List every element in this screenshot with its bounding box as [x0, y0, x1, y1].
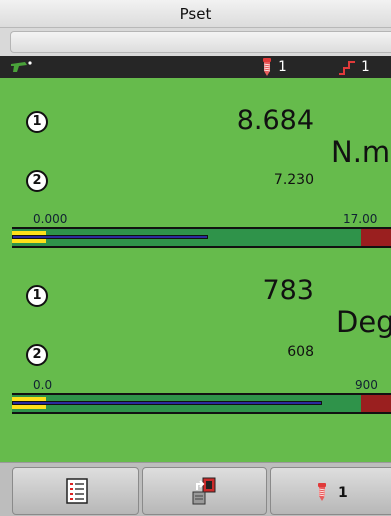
angle-value-fill: [12, 401, 322, 405]
torque-value-fill: [12, 235, 208, 239]
torque-scale-min: 0.000: [33, 212, 68, 226]
torque-value: 8.684: [236, 105, 314, 136]
window-title: Pset: [0, 0, 391, 28]
angle-high-zone: [361, 395, 391, 412]
screw-count: 1: [278, 59, 287, 75]
angle-index-2: 2: [26, 344, 48, 366]
pset-selector-bar[interactable]: [10, 31, 391, 53]
torque-limit-bar: [12, 227, 391, 248]
angle-value: 783: [262, 275, 314, 306]
angle-scale-max: 900: [355, 378, 378, 392]
torque-target: 7.230: [273, 172, 314, 188]
batch-count-button[interactable]: 1: [270, 467, 391, 515]
angle-marker-bottom: [12, 405, 46, 409]
list-icon: [66, 478, 88, 504]
angle-limit-bar: [12, 393, 391, 414]
step-icon: [339, 61, 355, 75]
results-list-button[interactable]: [12, 467, 139, 515]
batch-count: 1: [338, 485, 348, 501]
angle-target: 608: [287, 344, 314, 360]
torque-high-zone: [361, 229, 391, 246]
bottom-toolbar: 1: [0, 462, 391, 516]
tool-gun-icon: [11, 61, 32, 72]
torque-index-2: 2: [26, 170, 48, 192]
angle-scale-min: 0.0: [33, 378, 53, 392]
torque-unit: N.m: [331, 135, 391, 169]
angle-index-1: 1: [26, 285, 48, 307]
status-bar: 1 1: [0, 56, 391, 78]
tool-program-button[interactable]: [142, 467, 267, 515]
result-panel: 1 8.684 N.m 2 7.230 0.000 17.00 1 783 De…: [0, 78, 391, 462]
screw-icon: [318, 483, 326, 501]
angle-unit: Deg: [336, 305, 391, 339]
torque-index-1: 1: [26, 111, 48, 133]
tool-transfer-icon: [192, 477, 216, 505]
step-count: 1: [361, 59, 370, 75]
screw-icon: [263, 58, 271, 76]
torque-marker-bottom: [12, 239, 46, 243]
torque-scale-max: 17.00: [343, 212, 378, 226]
